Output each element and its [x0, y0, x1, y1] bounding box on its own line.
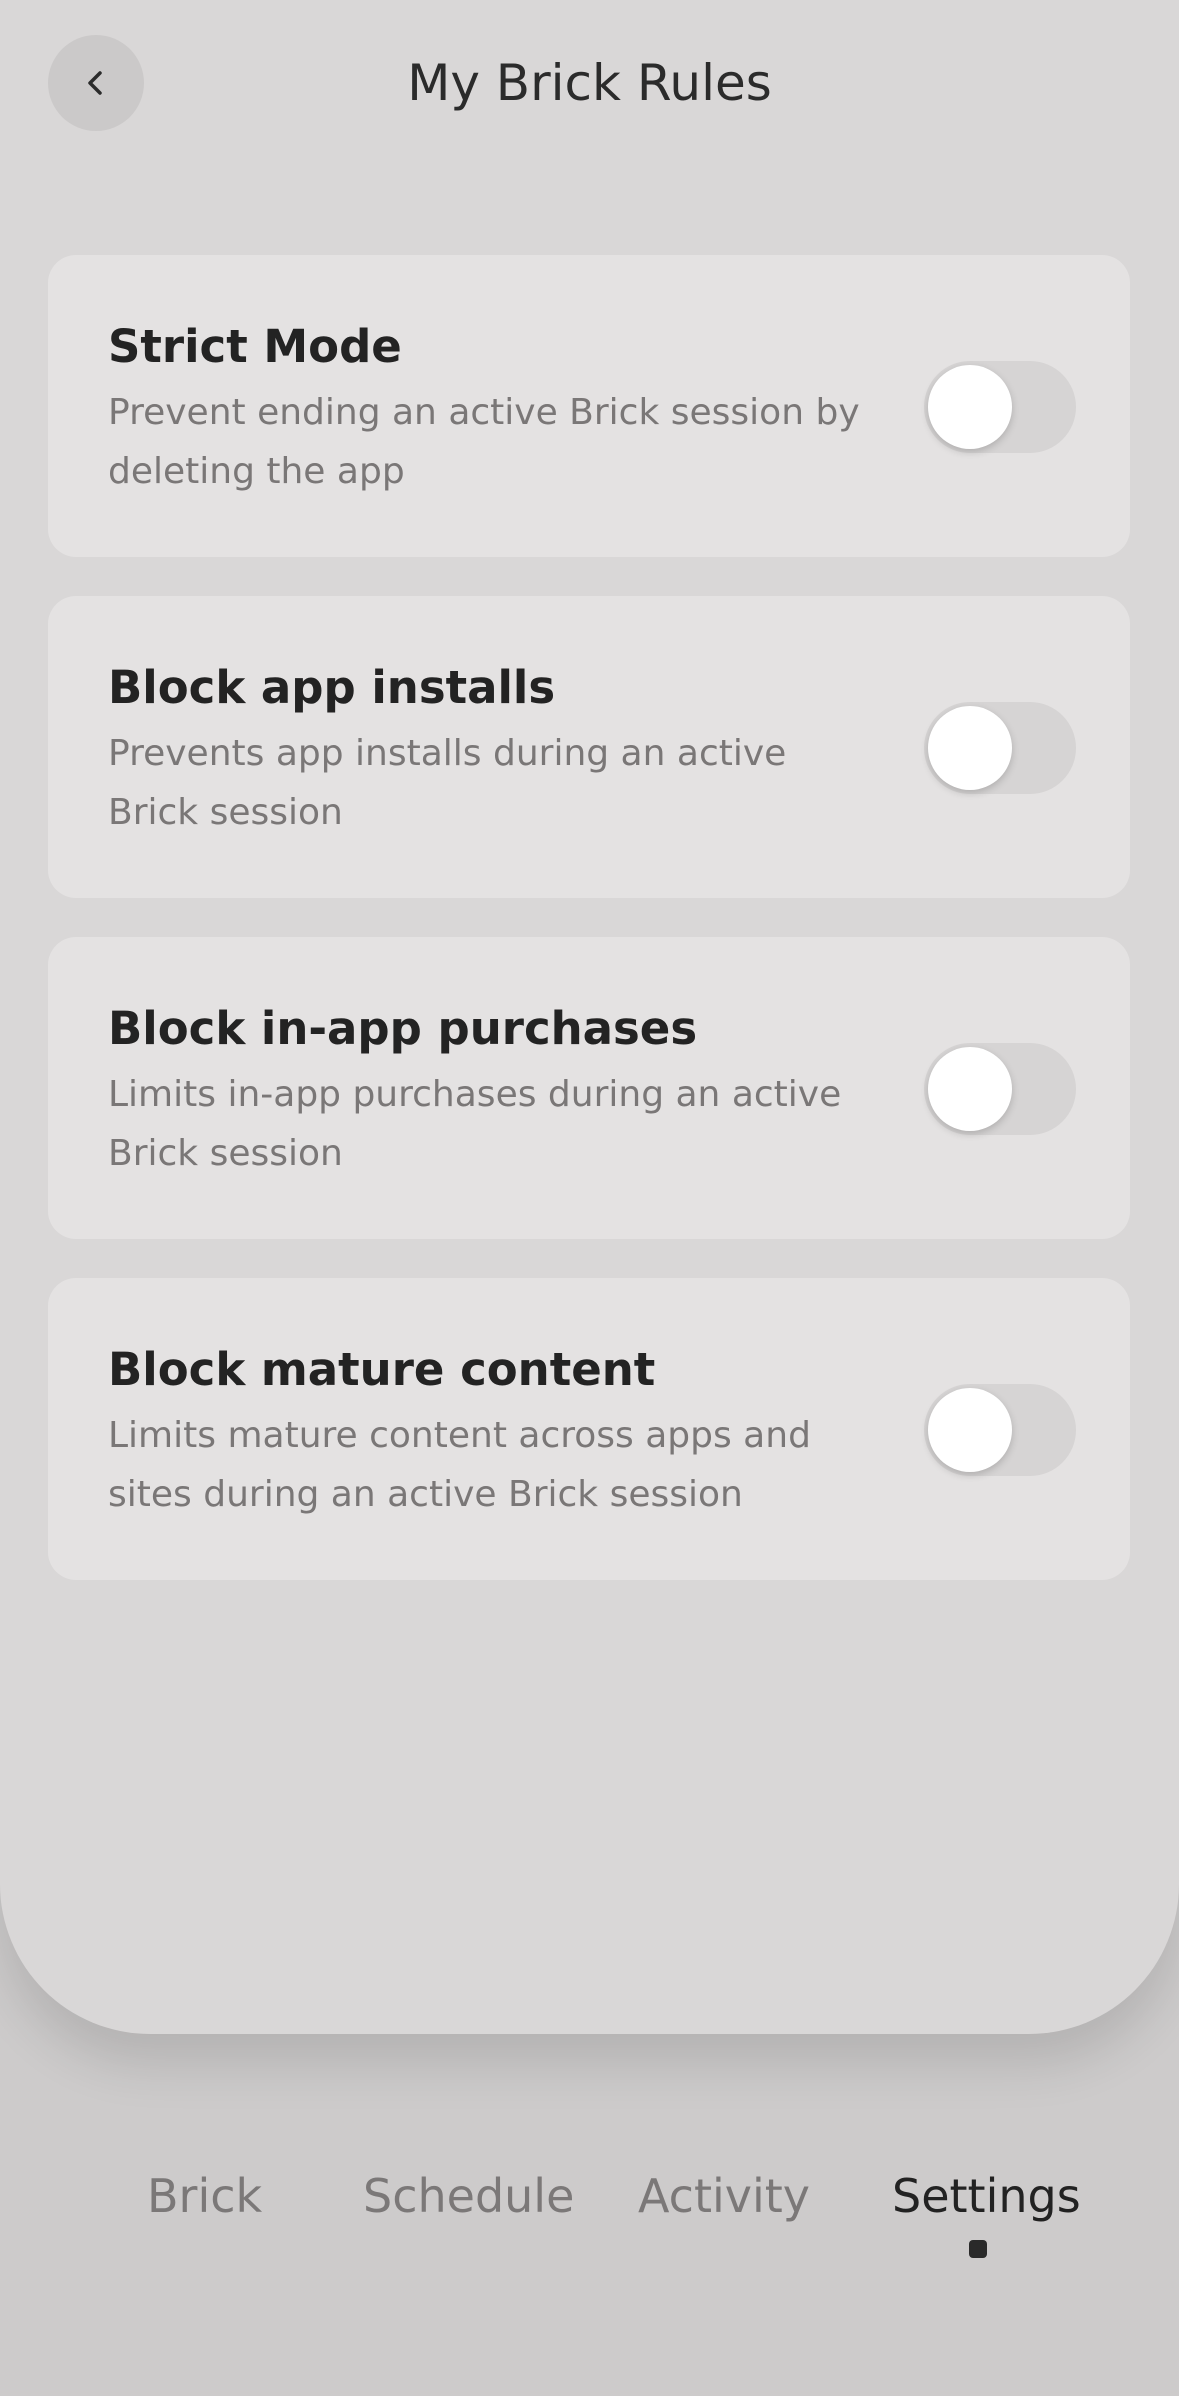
tab-schedule[interactable]: Schedule — [363, 2160, 574, 2232]
tab-activity[interactable]: Activity — [638, 2160, 810, 2232]
rule-title: Block mature content — [108, 1343, 656, 1396]
bottom-tab-bar: Brick Schedule Activity Settings — [0, 2160, 1179, 2240]
toggle-knob — [928, 1047, 1012, 1131]
rule-card-strict-mode: Strict Mode Prevent ending an active Bri… — [48, 255, 1130, 557]
rule-card-block-app-installs: Block app installs Prevents app installs… — [48, 596, 1130, 898]
rule-title: Block in-app purchases — [108, 1002, 698, 1055]
rule-card-block-in-app-purchases: Block in-app purchases Limits in-app pur… — [48, 937, 1130, 1239]
page-title: My Brick Rules — [407, 54, 772, 112]
rule-description: Prevent ending an active Brick session b… — [108, 392, 860, 492]
toggle-knob — [928, 365, 1012, 449]
main-sheet: My Brick Rules Strict Mode Prevent endin… — [0, 0, 1179, 2034]
block-in-app-purchases-toggle[interactable] — [924, 1043, 1076, 1135]
block-app-installs-toggle[interactable] — [924, 702, 1076, 794]
rule-description: Prevents app installs during an active B… — [108, 733, 787, 833]
tab-settings[interactable]: Settings — [892, 2160, 1081, 2232]
strict-mode-toggle[interactable] — [924, 361, 1076, 453]
toggle-knob — [928, 1388, 1012, 1472]
rule-description: Limits in-app purchases during an active… — [108, 1074, 842, 1174]
rule-title: Strict Mode — [108, 320, 402, 373]
rule-card-block-mature-content: Block mature content Limits mature conte… — [48, 1278, 1130, 1580]
block-mature-content-toggle[interactable] — [924, 1384, 1076, 1476]
rule-description: Limits mature content across apps and si… — [108, 1415, 811, 1515]
toggle-knob — [928, 706, 1012, 790]
tab-brick[interactable]: Brick — [147, 2160, 262, 2232]
active-tab-indicator — [969, 2240, 987, 2258]
rule-title: Block app installs — [108, 661, 556, 714]
